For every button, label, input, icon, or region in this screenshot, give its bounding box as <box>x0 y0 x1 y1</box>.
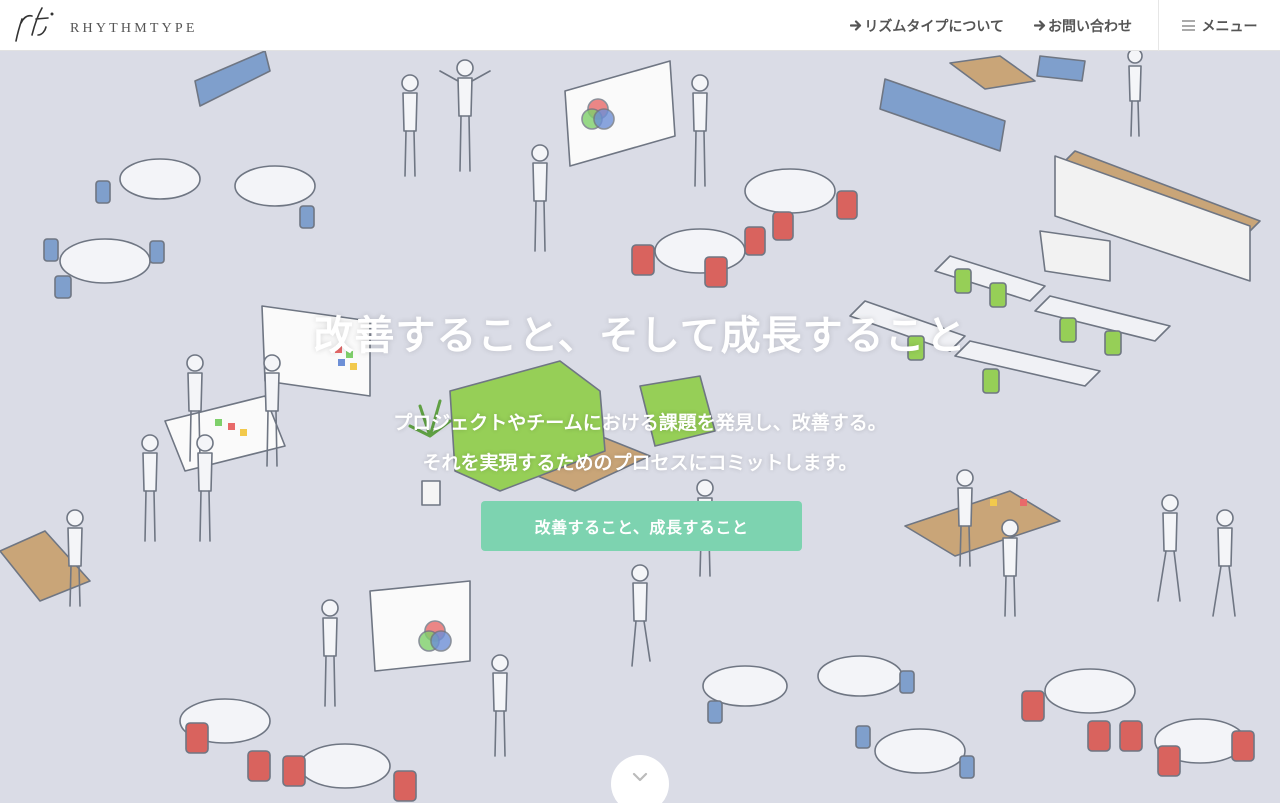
site-header: RHYTHMTYPE リズムタイプについて お問い合わせ メニュー <box>0 0 1280 51</box>
logo-text: RHYTHMTYPE <box>70 21 198 36</box>
hero-section: 改善すること、そして成長すること プロジェクトやチームにおける課題を発見し、改善… <box>0 51 1280 803</box>
chevron-down-icon <box>632 772 648 782</box>
whiteboard <box>164 60 676 672</box>
header-nav: リズムタイプについて お問い合わせ <box>850 0 1132 51</box>
hero-subtitle-line: それを実現するためのプロセスにコミットします。 <box>422 452 858 474</box>
arrow-right-icon <box>1034 20 1046 31</box>
hero-title: 改善すること、そして成長すること <box>313 313 967 359</box>
cta-button[interactable]: 改善すること、成長すること <box>481 501 802 551</box>
site-logo[interactable]: RHYTHMTYPE <box>12 5 198 45</box>
nav-link-about[interactable]: リズムタイプについて <box>850 16 1004 36</box>
hamburger-icon <box>1181 20 1195 31</box>
logo-mark-icon <box>15 7 54 42</box>
nav-link-label: リズムタイプについて <box>864 18 1004 35</box>
menu-label: メニュー <box>1201 18 1258 35</box>
arrow-right-icon <box>850 20 862 31</box>
nav-link-contact[interactable]: お問い合わせ <box>1034 16 1132 36</box>
hero-subtitle-line: プロジェクトやチームにおける課題を発見し、改善する。 <box>393 412 887 434</box>
menu-button[interactable]: メニュー <box>1158 0 1280 51</box>
nav-link-label: お問い合わせ <box>1048 18 1132 35</box>
hero-subtitle: プロジェクトやチームにおける課題を発見し、改善する。 それを実現するためのプロセ… <box>0 403 1280 483</box>
